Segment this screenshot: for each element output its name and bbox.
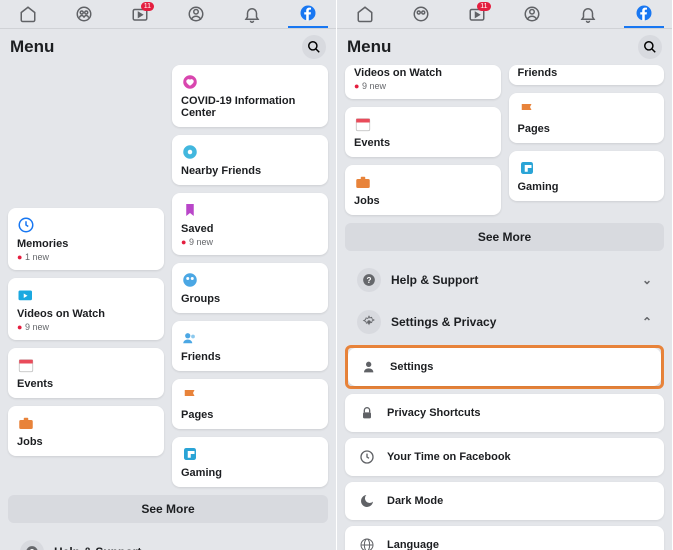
watch-badge: 11 — [477, 2, 490, 11]
see-more-button[interactable]: See More — [345, 223, 664, 251]
top-nav: 11 — [0, 0, 336, 29]
card-videos[interactable]: Videos on Watch 9 new — [345, 65, 501, 99]
card-memories[interactable]: Memories 1 new — [8, 208, 164, 270]
your-time-item[interactable]: Your Time on Facebook — [345, 438, 664, 476]
nav-menu[interactable] — [624, 0, 664, 28]
briefcase-icon — [17, 414, 35, 432]
grid-col-a: Videos on Watch 9 new Events Jobs — [345, 65, 501, 215]
card-pages[interactable]: Pages — [172, 379, 328, 429]
see-more-button[interactable]: See More — [8, 495, 328, 523]
gaming-icon — [518, 159, 536, 177]
friends-icon — [181, 329, 199, 347]
search-button[interactable] — [302, 35, 326, 59]
clock-icon — [17, 216, 35, 234]
card-jobs[interactable]: Jobs — [345, 165, 501, 215]
card-covid[interactable]: COVID-19 Information Center — [172, 65, 328, 127]
screen-right: 11 Menu Videos on Watch 9 new Events Job… — [336, 0, 672, 550]
card-events[interactable]: Events — [345, 107, 501, 157]
card-jobs[interactable]: Jobs — [8, 406, 164, 456]
card-friends[interactable]: Friends — [172, 321, 328, 371]
nav-profile[interactable] — [512, 0, 552, 28]
grid-col-b: COVID-19 Information Center Nearby Frien… — [172, 65, 328, 487]
nav-groups[interactable] — [64, 0, 104, 28]
chevron-down-icon: ⌄ — [306, 545, 316, 550]
settings-item-highlight: Settings — [345, 345, 664, 389]
privacy-item[interactable]: Privacy Shortcuts — [345, 394, 664, 432]
settings-item[interactable]: Settings — [348, 348, 661, 386]
chevron-up-icon: ⌃ — [642, 315, 652, 329]
heart-icon — [181, 73, 199, 91]
clock-icon — [357, 447, 377, 467]
nav-watch[interactable]: 11 — [457, 0, 497, 28]
settings-row[interactable]: Settings & Privacy ⌃ — [345, 301, 664, 343]
card-saved[interactable]: Saved 9 new — [172, 193, 328, 255]
screen-left: 11 Menu Memories 1 new Videos on Watch 9… — [0, 0, 336, 550]
dark-mode-item[interactable]: Dark Mode — [345, 482, 664, 520]
nav-watch[interactable]: 11 — [120, 0, 160, 28]
briefcase-icon — [354, 173, 372, 191]
card-groups[interactable]: Groups — [172, 263, 328, 313]
help-row[interactable]: ? Help & Support ⌄ — [345, 259, 664, 301]
gear-icon — [357, 310, 381, 334]
svg-text:?: ? — [367, 276, 372, 285]
menu-header: Menu — [337, 29, 672, 65]
card-gaming[interactable]: Gaming — [509, 151, 665, 201]
video-icon — [17, 286, 35, 304]
globe-icon — [357, 535, 377, 550]
card-events[interactable]: Events — [8, 348, 164, 398]
search-button[interactable] — [638, 35, 662, 59]
card-nearby[interactable]: Nearby Friends — [172, 135, 328, 185]
card-friends[interactable]: Friends — [509, 65, 665, 85]
menu-header: Menu — [0, 29, 336, 65]
grid-col-a: Memories 1 new Videos on Watch 9 new Eve… — [8, 65, 164, 487]
shortcut-grid: Memories 1 new Videos on Watch 9 new Eve… — [0, 65, 336, 487]
watch-badge: 11 — [141, 2, 154, 11]
help-icon: ? — [357, 268, 381, 292]
gaming-icon — [181, 445, 199, 463]
nav-home[interactable] — [8, 0, 48, 28]
location-icon — [181, 143, 199, 161]
page-title: Menu — [10, 37, 54, 57]
grid-col-b: Friends Pages Gaming — [509, 65, 665, 215]
nav-menu[interactable] — [288, 0, 328, 28]
lock-icon — [357, 403, 377, 423]
chevron-down-icon: ⌄ — [642, 273, 652, 287]
calendar-icon — [354, 115, 372, 133]
nav-groups[interactable] — [401, 0, 441, 28]
nav-profile[interactable] — [176, 0, 216, 28]
calendar-icon — [17, 356, 35, 374]
moon-icon — [357, 491, 377, 511]
card-videos[interactable]: Videos on Watch 9 new — [8, 278, 164, 340]
card-gaming[interactable]: Gaming — [172, 437, 328, 487]
help-row[interactable]: ? Help & Support ⌄ — [8, 531, 328, 550]
person-gear-icon — [360, 357, 380, 377]
flag-icon — [181, 387, 199, 405]
page-title: Menu — [347, 37, 391, 57]
top-nav: 11 — [337, 0, 672, 29]
nav-notifications[interactable] — [232, 0, 272, 28]
flag-icon — [518, 101, 536, 119]
nav-notifications[interactable] — [568, 0, 608, 28]
help-icon: ? — [20, 540, 44, 550]
shortcut-grid: Videos on Watch 9 new Events Jobs Friend… — [337, 65, 672, 215]
language-item[interactable]: Language — [345, 526, 664, 550]
bookmark-icon — [181, 201, 199, 219]
nav-home[interactable] — [345, 0, 385, 28]
groups-icon — [181, 271, 199, 289]
card-pages[interactable]: Pages — [509, 93, 665, 143]
